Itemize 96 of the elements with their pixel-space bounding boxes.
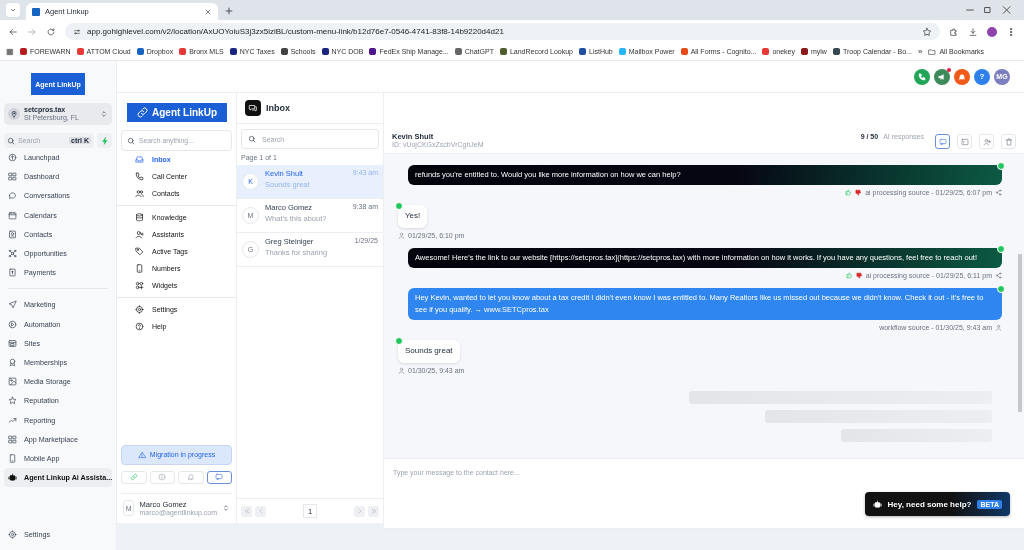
message-bubble: Yes! bbox=[398, 205, 428, 229]
header-action-button[interactable] bbox=[954, 68, 970, 85]
download-icon[interactable] bbox=[968, 26, 978, 37]
grid-icon bbox=[8, 434, 17, 444]
calendar-icon bbox=[8, 210, 17, 220]
phone-icon bbox=[918, 72, 926, 81]
chat-tool-button[interactable] bbox=[935, 134, 950, 149]
forward-icon[interactable] bbox=[27, 26, 37, 37]
bell-icon bbox=[958, 72, 966, 81]
person-icon bbox=[398, 367, 405, 374]
apps-icon[interactable] bbox=[6, 47, 14, 56]
help-button[interactable]: ? bbox=[974, 68, 990, 85]
header-action-button[interactable] bbox=[934, 68, 950, 85]
info-icon bbox=[158, 473, 167, 482]
reload-icon[interactable] bbox=[46, 26, 56, 37]
last-page-button[interactable] bbox=[368, 505, 379, 517]
chevron-updown-icon bbox=[100, 110, 108, 118]
image-icon bbox=[8, 377, 17, 387]
help-icon bbox=[135, 322, 144, 331]
site-info-icon[interactable] bbox=[73, 27, 81, 36]
profile-avatar[interactable] bbox=[987, 26, 997, 37]
channel-badge bbox=[997, 245, 1005, 254]
thumbs-up-icon[interactable] bbox=[845, 272, 853, 280]
first-page-button[interactable] bbox=[241, 505, 252, 517]
search-icon bbox=[127, 136, 135, 145]
search-icon bbox=[7, 136, 15, 145]
favicon-icon bbox=[32, 7, 40, 16]
double-chevron-left-icon bbox=[242, 507, 251, 515]
message-bubble: Sounds great bbox=[398, 340, 460, 363]
bell-icon bbox=[186, 473, 195, 482]
nodes-icon bbox=[8, 249, 17, 259]
double-chevron-right-icon bbox=[369, 507, 378, 515]
chevron-down-icon bbox=[9, 6, 17, 14]
brand-logo: Agent LinkUp bbox=[126, 103, 227, 122]
chat-icon bbox=[245, 100, 261, 116]
lightning-icon bbox=[100, 136, 109, 145]
robot-icon bbox=[872, 499, 882, 509]
mobile-phone-icon bbox=[8, 453, 17, 463]
star-icon[interactable] bbox=[922, 26, 932, 37]
folder-icon bbox=[928, 47, 937, 56]
panel-icon bbox=[960, 137, 969, 146]
location-icon bbox=[10, 110, 18, 118]
trash-icon bbox=[1004, 137, 1013, 146]
share-icon[interactable] bbox=[995, 272, 1002, 280]
play-circle-icon bbox=[8, 319, 17, 329]
link-icon bbox=[129, 473, 138, 482]
paper-plane-icon bbox=[8, 300, 17, 310]
extensions-icon[interactable] bbox=[949, 26, 959, 37]
close-icon[interactable] bbox=[204, 7, 212, 16]
widgets-icon bbox=[135, 281, 144, 290]
arrow-up-circle-icon bbox=[8, 153, 17, 163]
mobile-phone-icon bbox=[135, 264, 144, 273]
star-icon bbox=[8, 396, 17, 406]
trend-icon bbox=[8, 415, 17, 425]
user-plus-icon bbox=[982, 137, 991, 146]
tool-button[interactable] bbox=[206, 470, 232, 484]
scrollbar[interactable] bbox=[1018, 254, 1022, 412]
thumbs-down-icon[interactable] bbox=[855, 272, 863, 280]
back-icon[interactable] bbox=[8, 26, 18, 37]
chevron-updown-icon bbox=[222, 504, 230, 513]
user-plus-icon bbox=[135, 230, 144, 239]
megaphone-icon bbox=[938, 72, 946, 81]
panel-title: Inbox bbox=[266, 103, 290, 113]
header-action-button[interactable] bbox=[914, 68, 930, 85]
warning-icon bbox=[137, 450, 146, 459]
tag-icon bbox=[135, 247, 144, 256]
thumbs-up-icon[interactable] bbox=[845, 189, 853, 197]
quick-action-button[interactable] bbox=[97, 133, 112, 148]
link-icon bbox=[136, 106, 149, 119]
channel-badge bbox=[997, 285, 1005, 294]
search-icon bbox=[248, 135, 256, 143]
person-icon bbox=[398, 232, 405, 240]
next-page-button[interactable] bbox=[354, 505, 365, 517]
channel-badge bbox=[395, 337, 403, 346]
address-bar[interactable]: app.gohighlevel.com/v2/location/AxUOYoiuS3j3zx5iziBL/custom-menu-link/b12d76e7-0546-4741-83f8-14b9220d4d21 bbox=[65, 23, 940, 40]
gear-icon bbox=[135, 305, 144, 314]
notification-dot bbox=[947, 67, 951, 72]
more-bookmarks-button[interactable]: » bbox=[917, 47, 923, 56]
phone-icon bbox=[135, 172, 144, 181]
contact-card-icon bbox=[8, 229, 17, 239]
browser-window-icon bbox=[8, 338, 17, 348]
robot-icon bbox=[8, 473, 17, 483]
person-icon bbox=[995, 324, 1002, 332]
database-icon bbox=[135, 213, 144, 222]
channel-badge bbox=[997, 162, 1005, 171]
channel-badge bbox=[395, 202, 403, 211]
new-tab-icon[interactable] bbox=[224, 6, 234, 16]
users-icon bbox=[135, 189, 144, 198]
inbox-icon bbox=[135, 155, 144, 164]
receipt-icon bbox=[8, 268, 17, 278]
award-icon bbox=[8, 357, 17, 367]
share-icon[interactable] bbox=[995, 189, 1002, 197]
thumbs-down-icon[interactable] bbox=[855, 189, 863, 197]
grid-icon bbox=[8, 172, 17, 182]
gear-icon bbox=[8, 529, 17, 539]
chat-bubble-icon bbox=[8, 191, 17, 201]
